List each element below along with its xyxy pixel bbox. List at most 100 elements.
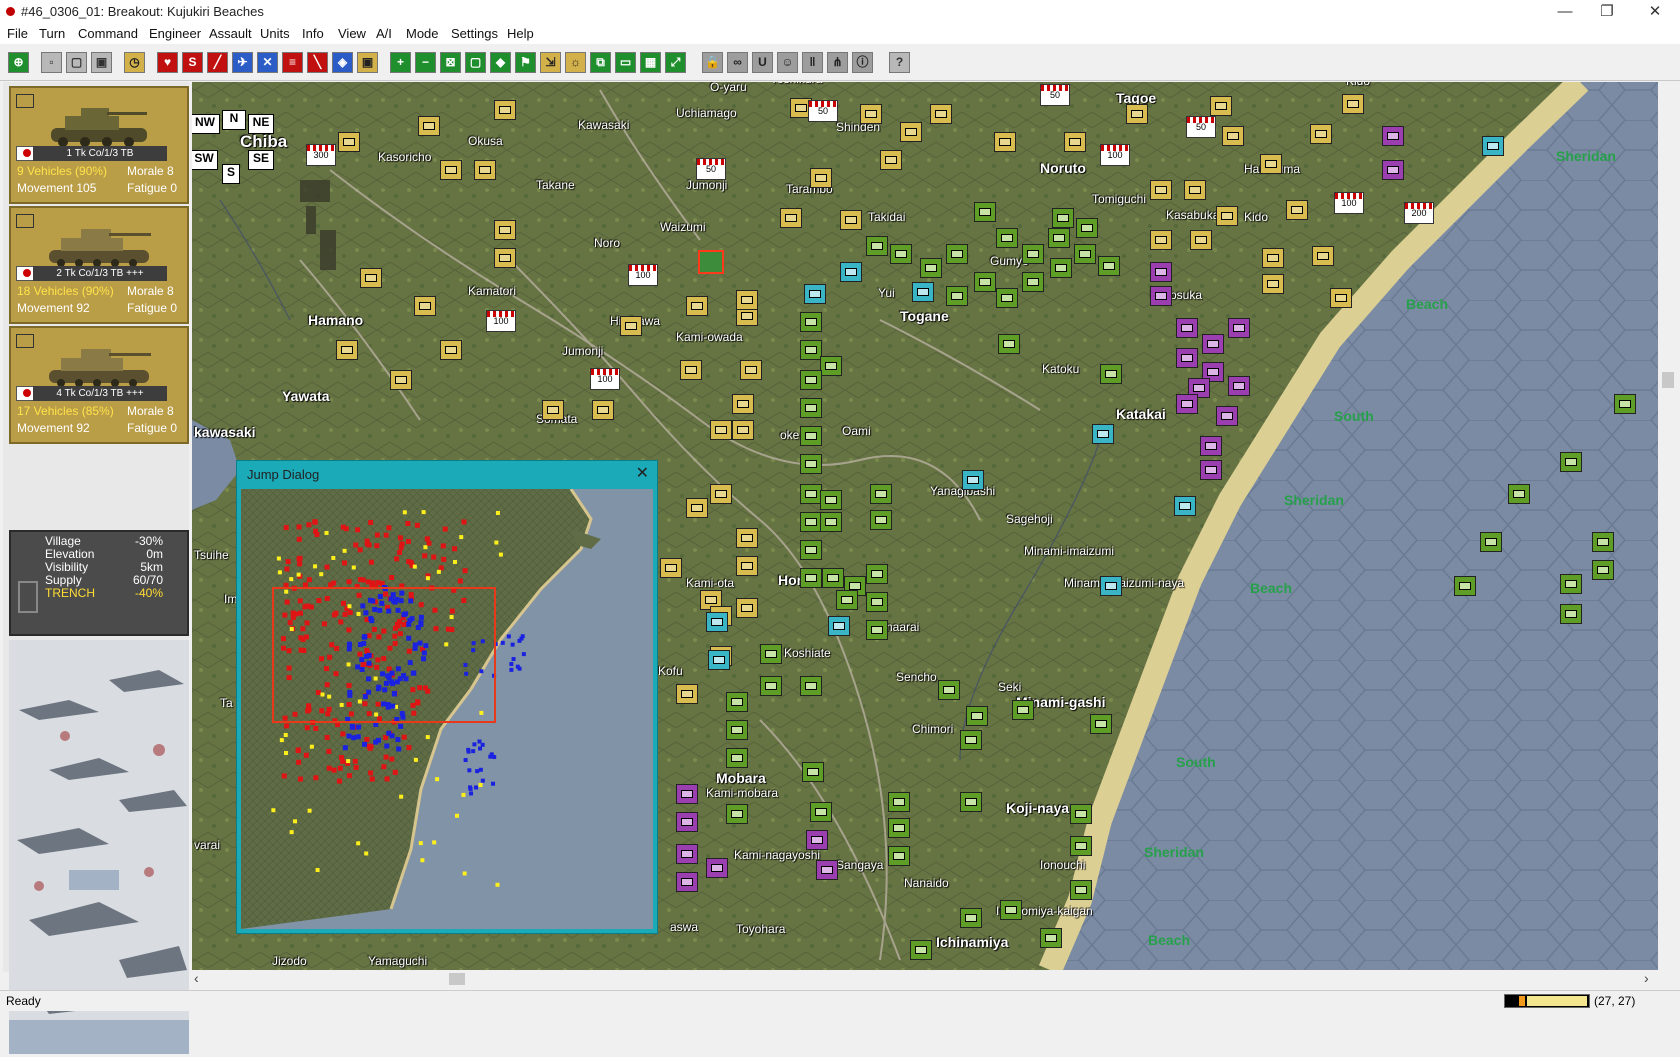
unit-counter[interactable] [1592, 560, 1614, 580]
unit-counter[interactable] [676, 844, 698, 864]
monitor-icon[interactable]: ▭ [615, 52, 636, 73]
unit-counter[interactable] [866, 236, 888, 256]
unit-counter[interactable] [870, 484, 892, 504]
unit-counter[interactable] [888, 792, 910, 812]
unit-counter[interactable] [974, 272, 996, 292]
unit-counter[interactable] [676, 784, 698, 804]
unit-counter[interactable] [1342, 94, 1364, 114]
unit-counter[interactable] [822, 568, 844, 588]
unit-counter[interactable] [1262, 248, 1284, 268]
unit-counter[interactable] [736, 556, 758, 576]
menu-assault[interactable]: Assault [209, 26, 252, 41]
box-icon[interactable]: ▣ [357, 52, 378, 73]
unit-counter[interactable] [960, 908, 982, 928]
unit-counter[interactable] [1048, 228, 1070, 248]
unit-counter[interactable] [1176, 348, 1198, 368]
unit-counter[interactable] [888, 846, 910, 866]
unit-counter[interactable] [1126, 104, 1148, 124]
unit-counter[interactable] [440, 340, 462, 360]
unit-counter[interactable] [946, 244, 968, 264]
unit-counter[interactable] [760, 676, 782, 696]
unit-counter[interactable] [686, 296, 708, 316]
unit-counter[interactable] [1064, 132, 1086, 152]
unit-counter[interactable] [740, 360, 762, 380]
unit-counter[interactable] [1382, 126, 1404, 146]
unit-counter[interactable] [1508, 484, 1530, 504]
unit-counter[interactable] [1312, 246, 1334, 266]
unit-counter[interactable] [800, 398, 822, 418]
compass-nw[interactable]: NW [192, 114, 220, 134]
map-icon[interactable]: ▦ [640, 52, 661, 73]
menu-help[interactable]: Help [507, 26, 534, 41]
unit-counter[interactable] [1022, 244, 1044, 264]
unit-counter[interactable] [732, 394, 754, 414]
compass-se[interactable]: SE [248, 150, 274, 170]
unit-counter[interactable] [780, 208, 802, 228]
unit-counter[interactable] [820, 356, 842, 376]
restore-button[interactable]: ❐ [1592, 2, 1622, 22]
info-icon[interactable]: ⓘ [852, 52, 873, 73]
unit-counter[interactable] [390, 370, 412, 390]
unit-counter[interactable] [960, 730, 982, 750]
compass-sw[interactable]: SW [192, 150, 218, 170]
unit-counter[interactable] [890, 244, 912, 264]
unit-counter[interactable] [938, 680, 960, 700]
unit-counter[interactable] [620, 316, 642, 336]
unit-counter[interactable] [1076, 218, 1098, 238]
unit-counter[interactable] [676, 684, 698, 704]
unit-counter[interactable] [1222, 126, 1244, 146]
unit-counter[interactable] [1200, 436, 1222, 456]
unit-counter[interactable] [1228, 376, 1250, 396]
unit-counter[interactable] [800, 484, 822, 504]
unit-counter[interactable] [860, 104, 882, 124]
unit-counter[interactable] [1480, 532, 1502, 552]
unit-counter[interactable] [1560, 604, 1582, 624]
lock-icon[interactable]: 🔒 [702, 52, 723, 73]
unit-counter[interactable] [1560, 452, 1582, 472]
diamond-icon[interactable]: ◆ [490, 52, 511, 73]
x-icon[interactable]: ✕ [257, 52, 278, 73]
unit-counter[interactable] [710, 484, 732, 504]
unit-counter[interactable] [660, 558, 682, 578]
unit-counter[interactable] [866, 564, 888, 584]
unit-counter[interactable] [870, 510, 892, 530]
unit-counter[interactable] [1070, 836, 1092, 856]
unit-counter[interactable] [974, 202, 996, 222]
unit-counter[interactable] [1150, 262, 1172, 282]
fortification-counter[interactable]: 100 [486, 310, 516, 332]
unit-counter[interactable] [760, 644, 782, 664]
close-icon[interactable]: ✕ [636, 463, 649, 483]
unit-counter[interactable] [804, 284, 826, 304]
unit-counter[interactable] [800, 426, 822, 446]
shield-icon[interactable]: ◈ [332, 52, 353, 73]
unit-card[interactable]: 1 Tk Co/1/3 TB 9 Vehicles (90%) Morale 8… [9, 86, 189, 204]
unit-counter[interactable] [440, 160, 462, 180]
unit-counter[interactable] [1040, 928, 1062, 948]
gun-icon[interactable]: ╱ [207, 52, 228, 73]
unit-counter[interactable] [962, 470, 984, 490]
unit-counter[interactable] [1174, 496, 1196, 516]
compass-s[interactable]: S [222, 164, 240, 184]
unit-counter[interactable] [1262, 274, 1284, 294]
unit-counter[interactable] [880, 150, 902, 170]
unit-counter[interactable] [1176, 318, 1198, 338]
menu-info[interactable]: Info [302, 26, 324, 41]
sword-icon[interactable]: ╲ [307, 52, 328, 73]
selected-unit-highlight[interactable] [698, 250, 724, 274]
menu-command[interactable]: Command [78, 26, 138, 41]
horizontal-scroll-thumb[interactable] [449, 973, 465, 985]
unit-counter[interactable] [680, 360, 702, 380]
unit-counter[interactable] [732, 420, 754, 440]
unit-counter[interactable] [816, 860, 838, 880]
unit-counter[interactable] [1330, 288, 1352, 308]
layer-icon[interactable]: ⧉ [590, 52, 611, 73]
unit-counter[interactable] [960, 792, 982, 812]
unit-counter[interactable] [1560, 574, 1582, 594]
unit-counter[interactable] [1614, 394, 1636, 414]
unit-counter[interactable] [1200, 460, 1222, 480]
fortification-counter[interactable]: 100 [590, 368, 620, 390]
face-icon[interactable]: ☺ [777, 52, 798, 73]
u-icon[interactable]: U [752, 52, 773, 73]
binoc-icon[interactable]: ∞ [727, 52, 748, 73]
unit-counter[interactable] [966, 706, 988, 726]
